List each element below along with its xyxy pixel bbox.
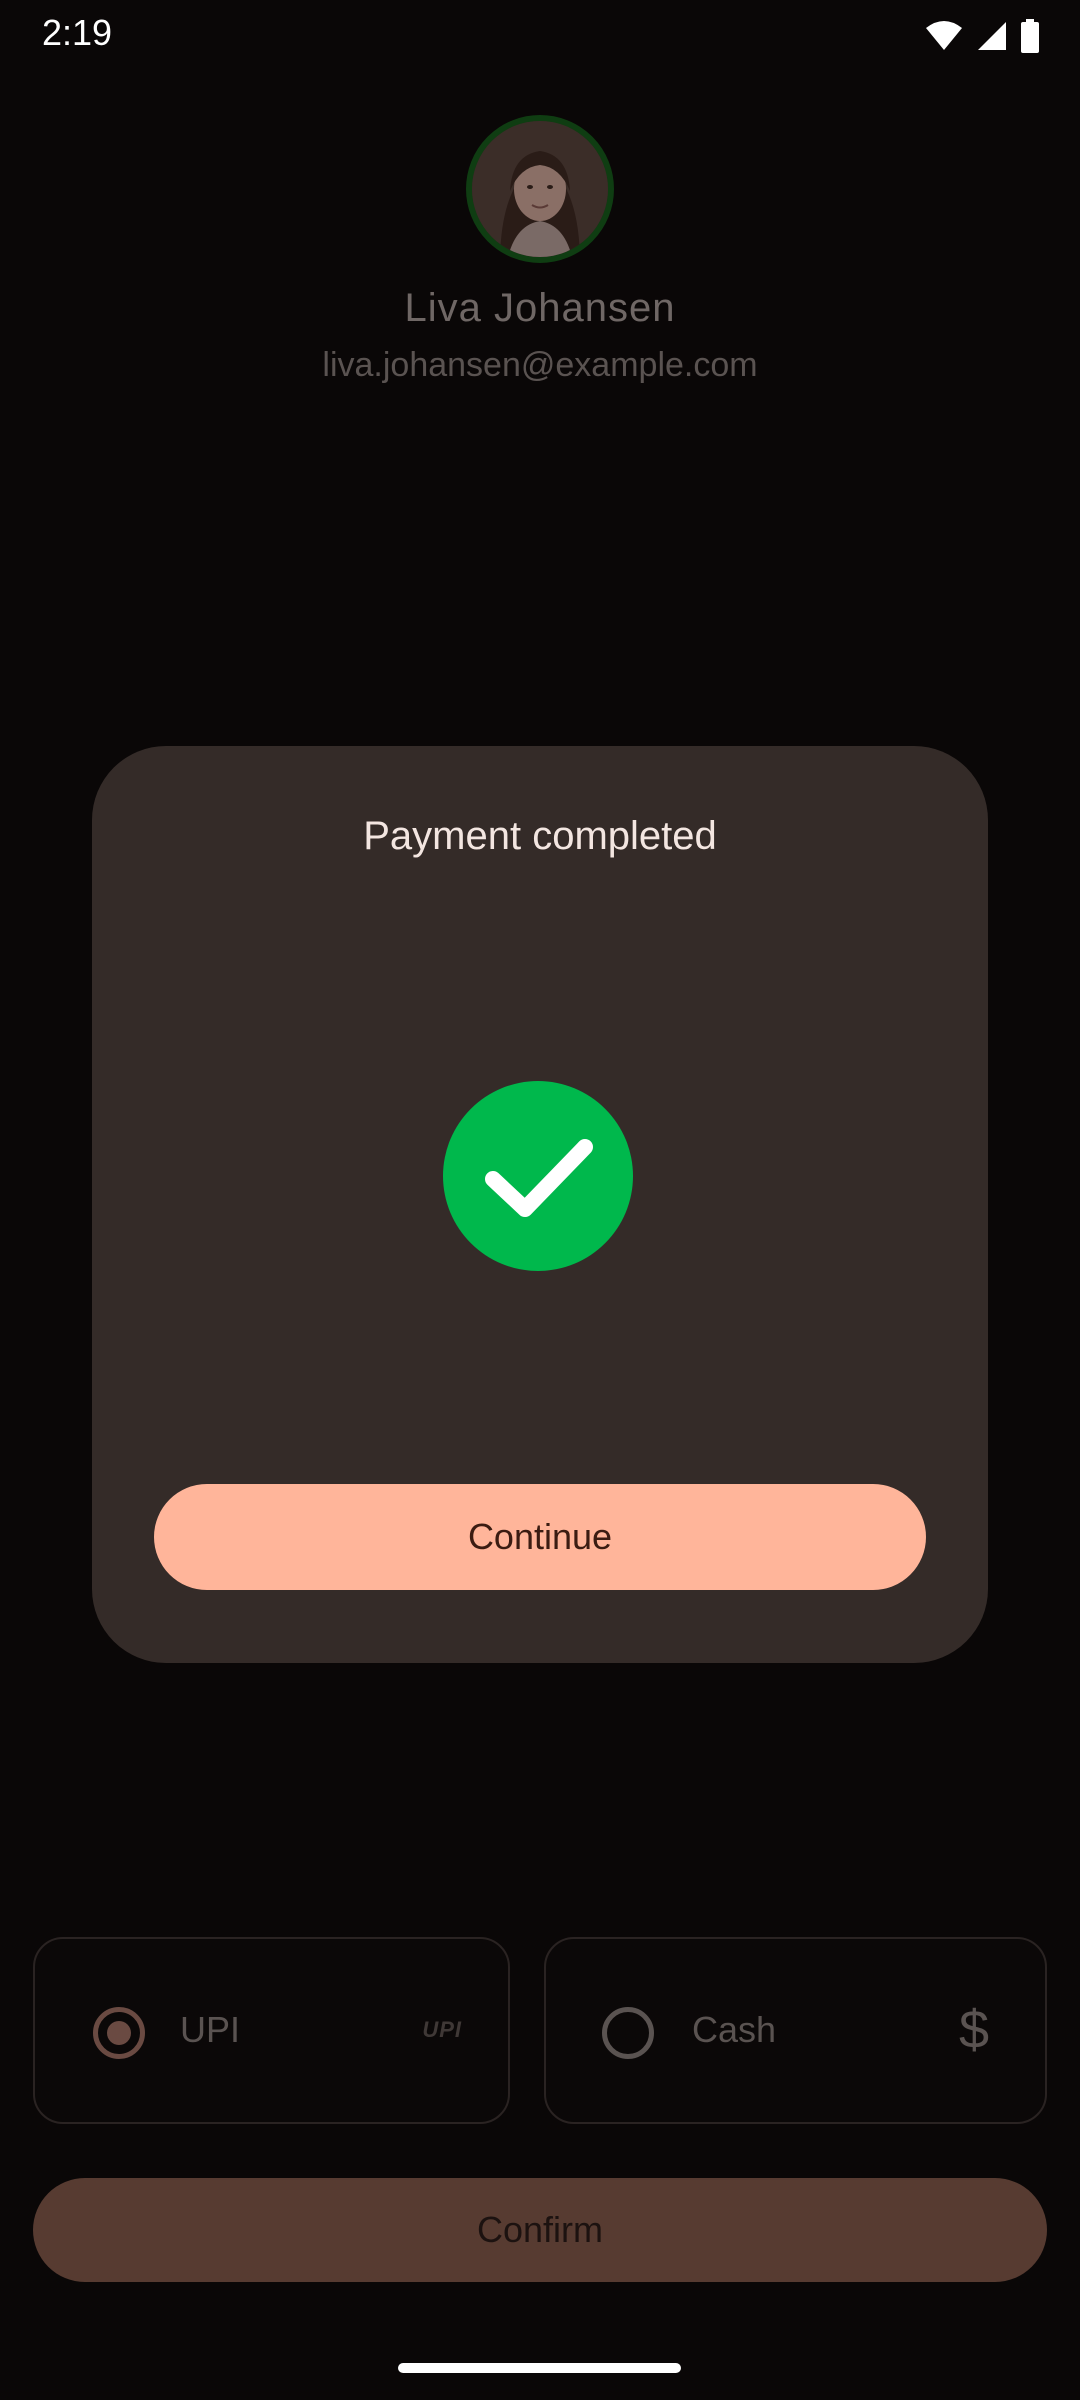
cellular-signal-icon bbox=[976, 20, 1008, 52]
continue-button[interactable]: Continue bbox=[154, 1484, 926, 1590]
dialog-title: Payment completed bbox=[363, 814, 717, 858]
payment-completed-dialog: Payment completed Continue bbox=[92, 746, 988, 1663]
wifi-icon bbox=[924, 20, 964, 52]
radio-unselected-icon[interactable] bbox=[602, 2007, 654, 2059]
payment-screen: 2:19 Liva Johansen liva.johansen@example… bbox=[0, 0, 1080, 2400]
status-bar: 2:19 bbox=[0, 0, 1080, 72]
payment-option-upi[interactable]: UPI UPI bbox=[33, 1937, 510, 2124]
status-time: 2:19 bbox=[42, 12, 113, 53]
upi-logo: UPI bbox=[422, 2017, 462, 2042]
radio-selected-icon[interactable] bbox=[93, 2007, 145, 2059]
avatar bbox=[466, 115, 614, 263]
option-label-cash: Cash bbox=[692, 2009, 777, 2050]
status-icons bbox=[924, 18, 1040, 54]
payment-option-cash[interactable]: Cash $ bbox=[544, 1937, 1047, 2124]
option-label-upi: UPI bbox=[180, 2009, 241, 2050]
profile-email: liva.johansen@example.com bbox=[322, 346, 758, 384]
dollar-icon: $ bbox=[958, 2000, 989, 2060]
battery-icon bbox=[1020, 19, 1040, 53]
gesture-nav-handle[interactable] bbox=[398, 2363, 681, 2373]
check-circle-icon bbox=[443, 1081, 633, 1271]
confirm-button[interactable]: Confirm bbox=[33, 2178, 1047, 2282]
profile-name: Liva Johansen bbox=[404, 286, 676, 330]
